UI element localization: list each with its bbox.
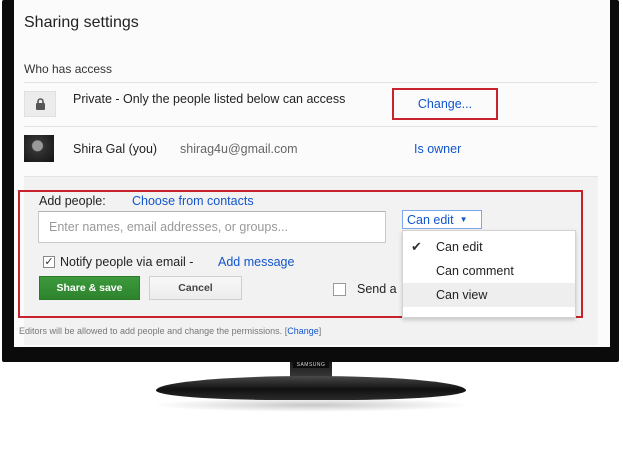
owner-email: shirag4u@gmail.com: [180, 142, 298, 156]
add-message-link[interactable]: Add message: [218, 255, 294, 269]
divider: [24, 126, 598, 127]
divider: [24, 82, 598, 83]
avatar: [24, 135, 54, 162]
menu-item-label: Can comment: [436, 264, 514, 278]
change-visibility-link[interactable]: Change...: [418, 97, 472, 111]
caret-down-icon: ▼: [459, 215, 468, 224]
menu-item-can-view[interactable]: Can view: [403, 283, 575, 307]
send-copy-label: Send a: [357, 282, 397, 296]
cancel-button[interactable]: Cancel: [149, 276, 242, 300]
change-highlight-box: Change...: [392, 88, 498, 120]
menu-item-label: Can view: [436, 288, 488, 302]
tv-stand-shadow: [150, 398, 472, 412]
section-label-who-has-access: Who has access: [24, 62, 113, 76]
notify-label: Notify people via email -: [60, 255, 194, 269]
menu-item-can-comment[interactable]: Can comment: [403, 259, 575, 283]
permission-menu: ✔ Can edit Can comment Can view: [402, 230, 576, 318]
owner-name: Shira Gal (you): [73, 142, 158, 156]
permission-selected-label: Can edit: [407, 212, 454, 227]
dialog-title: Sharing settings: [24, 14, 139, 31]
privacy-setting-text: Private - Only the people listed below c…: [73, 92, 346, 106]
notify-checkbox[interactable]: ✓: [43, 256, 55, 268]
tv-brand-logo: SAMSUNG: [293, 362, 329, 368]
permission-dropdown[interactable]: Can edit ▼: [402, 210, 482, 229]
add-people-input[interactable]: [38, 211, 386, 243]
footer-close-bracket: ]: [318, 326, 322, 336]
checkmark-icon: ✔: [411, 239, 422, 254]
lock-icon: [24, 91, 56, 117]
footer-note-text: Editors will be allowed to add people an…: [19, 326, 283, 336]
tv-stand-base: [156, 376, 466, 400]
footer-change-link[interactable]: Change: [287, 326, 319, 336]
send-copy-checkbox[interactable]: [333, 283, 346, 296]
menu-item-can-edit[interactable]: ✔ Can edit: [403, 235, 575, 259]
menu-item-label: Can edit: [436, 240, 483, 254]
add-people-label: Add people:: [39, 194, 106, 208]
owner-role-link[interactable]: Is owner: [414, 142, 461, 156]
share-and-save-button[interactable]: Share & save: [39, 276, 140, 300]
choose-from-contacts-link[interactable]: Choose from contacts: [132, 194, 254, 208]
footer-note: Editors will be allowed to add people an…: [19, 326, 321, 336]
